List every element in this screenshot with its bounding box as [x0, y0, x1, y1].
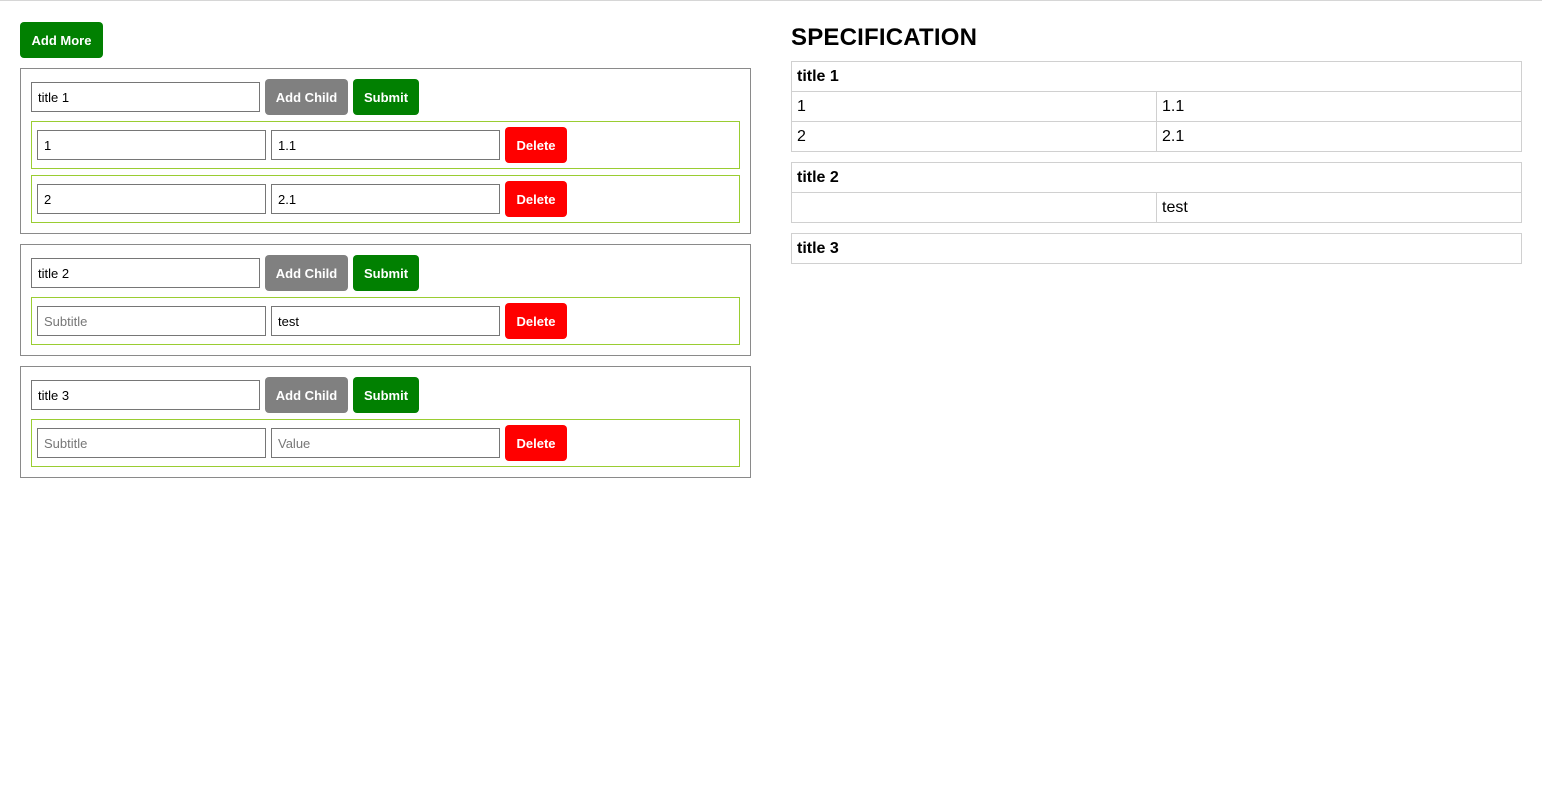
- title-group: Add Child Submit Delete: [20, 366, 751, 478]
- subtitle-input[interactable]: [37, 130, 266, 160]
- add-child-button[interactable]: Add Child: [265, 79, 348, 115]
- spec-table: title 2 test: [791, 162, 1522, 223]
- group-header: Add Child Submit: [31, 255, 740, 291]
- submit-button[interactable]: Submit: [353, 255, 419, 291]
- group-header: Add Child Submit: [31, 377, 740, 413]
- value-input[interactable]: [271, 130, 500, 160]
- child-row: Delete: [31, 419, 740, 467]
- group-header: Add Child Submit: [31, 79, 740, 115]
- add-child-button[interactable]: Add Child: [265, 255, 348, 291]
- submit-button[interactable]: Submit: [353, 377, 419, 413]
- specification-heading: SPECIFICATION: [791, 24, 978, 51]
- delete-button[interactable]: Delete: [505, 127, 567, 163]
- child-row: Delete: [31, 297, 740, 345]
- title-input[interactable]: [31, 380, 260, 410]
- child-row: Delete: [31, 121, 740, 169]
- title-input[interactable]: [31, 258, 260, 288]
- subtitle-input[interactable]: [37, 428, 266, 458]
- spec-subtitle-cell: 1: [791, 91, 1157, 122]
- subtitle-input[interactable]: [37, 306, 266, 336]
- spec-subtitle-cell: 2: [791, 121, 1157, 152]
- title-group: Add Child Submit Delete: [20, 244, 751, 356]
- delete-button[interactable]: Delete: [505, 181, 567, 217]
- table-row: 1 1.1: [791, 91, 1522, 122]
- title-group: Add Child Submit Delete Delete: [20, 68, 751, 234]
- specification-panel: SPECIFICATION title 1 1 1.1 2 2.1 title …: [791, 22, 1522, 264]
- value-input[interactable]: [271, 428, 500, 458]
- add-more-button[interactable]: Add More: [20, 22, 103, 58]
- value-input[interactable]: [271, 184, 500, 214]
- spec-table-title: title 3: [791, 233, 1522, 264]
- spec-table-title: title 2: [791, 162, 1522, 193]
- table-row: 2 2.1: [791, 121, 1522, 152]
- submit-button[interactable]: Submit: [353, 79, 419, 115]
- child-row: Delete: [31, 175, 740, 223]
- spec-value-cell: 2.1: [1156, 121, 1522, 152]
- spec-table: title 1 1 1.1 2 2.1: [791, 61, 1522, 152]
- spec-table-title: title 1: [791, 61, 1522, 92]
- delete-button[interactable]: Delete: [505, 303, 567, 339]
- delete-button[interactable]: Delete: [505, 425, 567, 461]
- spec-value-cell: 1.1: [1156, 91, 1522, 122]
- add-child-button[interactable]: Add Child: [265, 377, 348, 413]
- spec-subtitle-cell: [791, 192, 1157, 223]
- spec-value-cell: test: [1156, 192, 1522, 223]
- spec-table: title 3: [791, 233, 1522, 264]
- subtitle-input[interactable]: [37, 184, 266, 214]
- top-divider: [0, 0, 1542, 1]
- table-row: test: [791, 192, 1522, 223]
- title-input[interactable]: [31, 82, 260, 112]
- editor-panel: Add More Add Child Submit Delete Delete …: [20, 22, 751, 478]
- value-input[interactable]: [271, 306, 500, 336]
